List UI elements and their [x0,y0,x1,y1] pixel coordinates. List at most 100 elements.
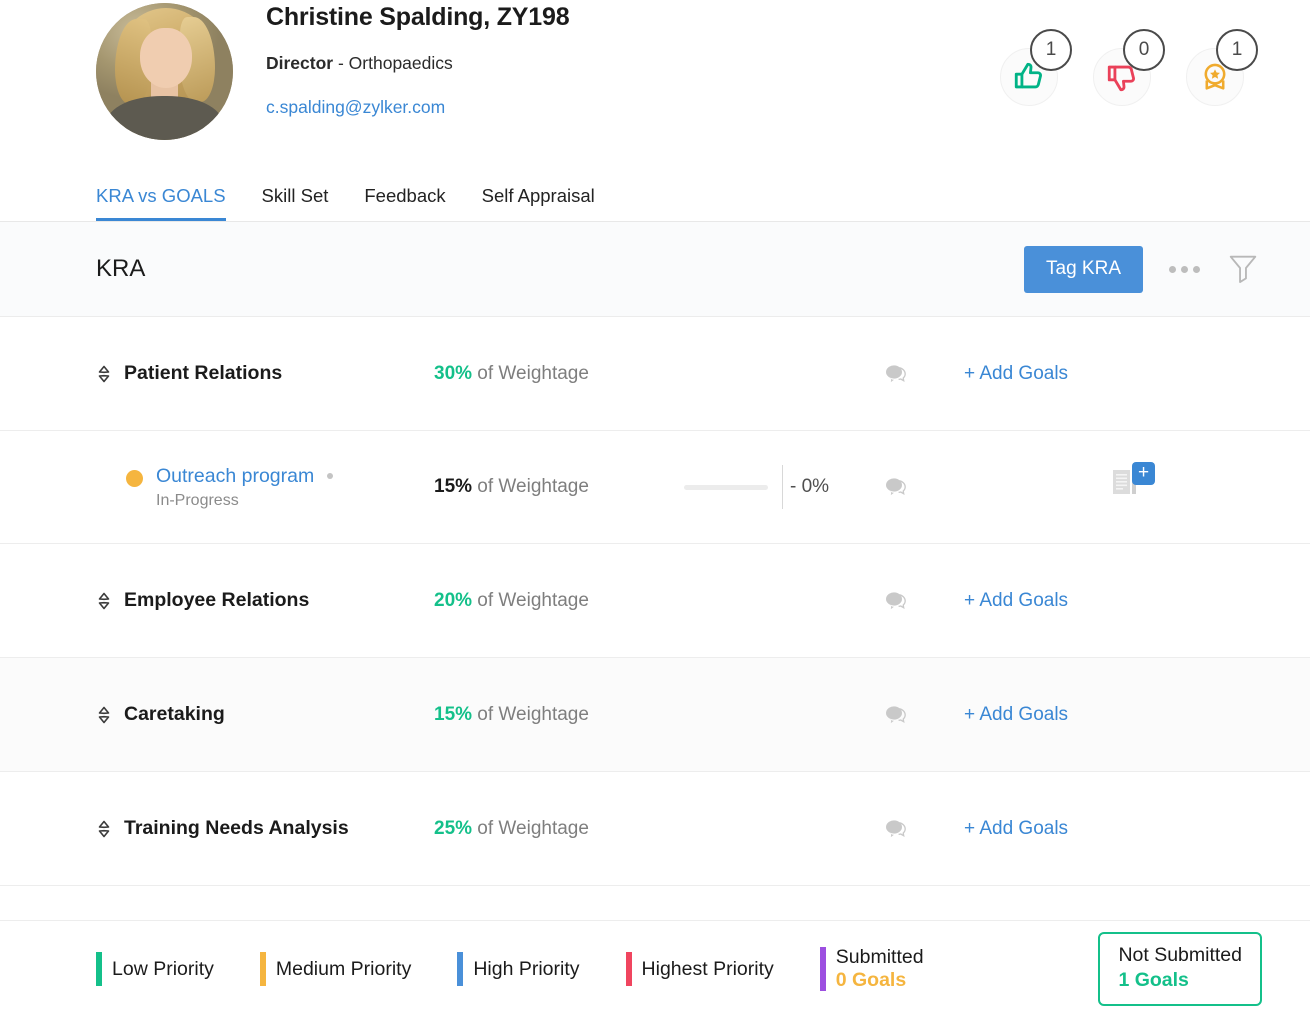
goal-progress-value: - 0% [790,476,829,498]
legend-submitted-text: Submitted 0 Goals [836,946,924,992]
kra-action-cell: + Add Goals [964,590,1270,612]
goal-separator-dot [327,473,333,479]
goal-name-cell: Outreach program In-Progress [96,464,434,510]
comment-bubble-icon[interactable] [884,363,908,385]
kra-weightage-suffix: of Weightage [472,704,589,725]
kra-toolbar: KRA Tag KRA [0,222,1310,317]
kra-name-label: Patient Relations [124,362,282,385]
goal-comment-cell [884,476,964,498]
tag-kra-button[interactable]: Tag KRA [1024,246,1143,293]
add-goals-button[interactable]: + Add Goals [964,363,1068,385]
kra-weightage-cell: 15% of Weightage [434,704,684,726]
main-tabs: KRA vs GOALS Skill Set Feedback Self App… [0,165,1310,222]
rating-thumbs-down[interactable]: 0 [1093,48,1151,106]
table-row[interactable]: Training Needs Analysis 25% of Weightage… [0,772,1310,886]
legend-color-swatch [96,952,102,986]
goal-weightage-suffix: of Weightage [472,476,589,497]
kra-name-cell: Employee Relations [96,589,434,612]
kra-weightage-value: 20% [434,590,472,611]
kra-list: Patient Relations 30% of Weightage + Add… [0,317,1310,886]
rating-award[interactable]: 1 [1186,48,1244,106]
goal-progress-cell: - 0% [684,465,884,509]
legend-color-swatch [626,952,632,986]
goal-title-link[interactable]: Outreach program [156,464,314,488]
comment-bubble-icon[interactable] [884,704,908,726]
legend-label: Highest Priority [642,958,774,981]
table-row[interactable]: Employee Relations 20% of Weightage + Ad… [0,544,1310,658]
comment-bubble-icon[interactable] [884,818,908,840]
kra-comment-cell [884,590,964,612]
profile-department: Orthopaedics [349,53,453,73]
profile-role-title: Director [266,53,333,73]
rating-badges: 1 0 1 [1000,48,1244,106]
tab-kra-vs-goals[interactable]: KRA vs GOALS [96,185,226,221]
legend-submitted: Submitted 0 Goals [820,946,924,992]
table-row[interactable]: Outreach program In-Progress 15% of Weig… [0,431,1310,544]
progress-bar-track [684,485,768,490]
add-goals-button[interactable]: + Add Goals [964,704,1068,726]
goal-status-label: In-Progress [156,492,333,510]
award-count: 1 [1216,29,1258,71]
thumbs-down-count: 0 [1123,29,1165,71]
kra-comment-cell [884,363,964,385]
legend-not-submitted-count: 1 Goals [1118,967,1242,993]
legend-highest-priority: Highest Priority [626,952,774,986]
profile-header: Christine Spalding, ZY198 Director - Ort… [0,0,1310,165]
tab-feedback[interactable]: Feedback [364,185,445,221]
kra-action-cell: + Add Goals [964,363,1270,385]
profile-email-link[interactable]: c.spalding@zylker.com [266,96,569,118]
legend-label: Low Priority [112,958,214,981]
legend-submitted-count: 0 Goals [836,969,924,992]
kra-toolbar-actions: Tag KRA [1024,246,1260,293]
legend-color-swatch [260,952,266,986]
add-goals-button[interactable]: + Add Goals [964,818,1068,840]
goal-weightage-value: 15% [434,476,472,497]
kra-weightage-suffix: of Weightage [472,590,589,611]
legend-not-submitted[interactable]: Not Submitted 1 Goals [1098,932,1262,1006]
sort-updown-icon[interactable] [96,591,112,611]
comment-bubble-icon[interactable] [884,476,908,498]
goal-weightage-cell: 15% of Weightage [434,476,684,498]
ellipsis-icon[interactable] [1165,260,1204,279]
profile-role-separator: - [333,53,349,73]
legend-not-submitted-title: Not Submitted [1118,943,1242,967]
add-goals-button[interactable]: + Add Goals [964,590,1068,612]
kra-name-cell: Patient Relations [96,362,434,385]
filter-funnel-icon[interactable] [1226,251,1260,287]
filter-funnel-glyph [1228,253,1258,285]
page-title: Christine Spalding, ZY198 [266,2,569,32]
avatar [96,3,233,140]
kra-action-cell: + Add Goals [964,818,1270,840]
kra-name-cell: Caretaking [96,703,434,726]
table-row[interactable]: Patient Relations 30% of Weightage + Add… [0,317,1310,431]
profile-role: Director - Orthopaedics [266,52,569,74]
kra-weightage-cell: 20% of Weightage [434,590,684,612]
progress-divider [782,465,783,509]
sort-updown-icon[interactable] [96,364,112,384]
kra-name-label: Employee Relations [124,589,309,612]
plus-icon: + [1132,462,1155,485]
sort-updown-icon[interactable] [96,705,112,725]
legend-footer: Low Priority Medium Priority High Priori… [0,920,1310,1017]
kra-weightage-value: 25% [434,818,472,839]
legend-label: Medium Priority [276,958,411,981]
kra-name-label: Training Needs Analysis [124,817,349,840]
kra-comment-cell [884,704,964,726]
add-document-button[interactable]: + [1111,467,1151,507]
comment-bubble-icon[interactable] [884,590,908,612]
tab-skill-set[interactable]: Skill Set [262,185,329,221]
legend-low-priority: Low Priority [96,952,214,986]
thumbs-up-count: 1 [1030,29,1072,71]
tab-self-appraisal[interactable]: Self Appraisal [482,185,595,221]
table-row[interactable]: Caretaking 15% of Weightage + Add Goals [0,658,1310,772]
kra-action-cell: + Add Goals [964,704,1270,726]
legend-submitted-title: Submitted [836,946,924,969]
kra-name-label: Caretaking [124,703,225,726]
kra-weightage-suffix: of Weightage [472,363,589,384]
kra-weightage-suffix: of Weightage [472,818,589,839]
rating-thumbs-up[interactable]: 1 [1000,48,1058,106]
profile-info: Christine Spalding, ZY198 Director - Ort… [266,0,569,118]
kra-weightage-value: 15% [434,704,472,725]
sort-updown-icon[interactable] [96,819,112,839]
kra-weightage-value: 30% [434,363,472,384]
